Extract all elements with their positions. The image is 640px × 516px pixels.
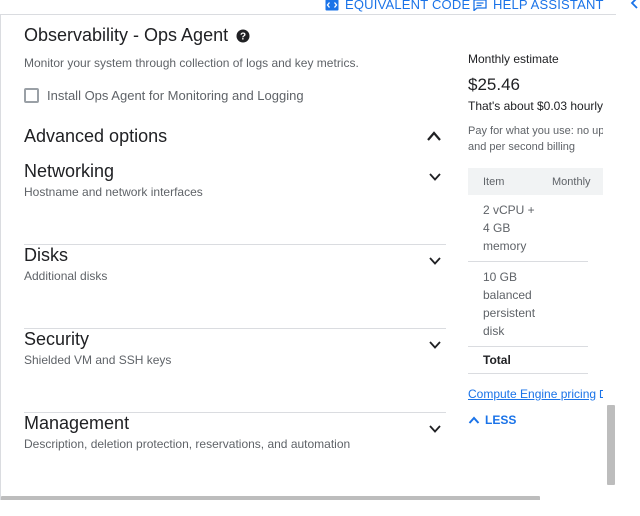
code-icon bbox=[325, 0, 339, 10]
help-assistant-button[interactable]: HELP ASSISTANT bbox=[473, 0, 604, 12]
section-networking[interactable]: Networking Hostname and network interfac… bbox=[24, 161, 446, 245]
ops-agent-checkbox-label: Install Ops Agent for Monitoring and Log… bbox=[47, 88, 304, 103]
column-header-item: Item bbox=[483, 175, 505, 188]
vertical-scrollbar[interactable] bbox=[607, 405, 615, 485]
chevron-up-icon[interactable] bbox=[425, 129, 443, 143]
table-cell-item: 10 GB balanced persistent disk bbox=[483, 270, 536, 338]
svg-text:?: ? bbox=[240, 31, 246, 42]
less-button[interactable]: LESS bbox=[468, 413, 516, 427]
external-link-icon bbox=[600, 389, 603, 399]
ops-agent-checkbox-row[interactable]: Install Ops Agent for Monitoring and Log… bbox=[24, 88, 304, 103]
estimate-price: $25.46 bbox=[468, 75, 520, 94]
estimate-note-line: and per second billing bbox=[468, 141, 576, 153]
horizontal-scrollbar[interactable] bbox=[1, 496, 540, 500]
section-title: Management bbox=[24, 413, 130, 433]
estimate-hourly: That's about $0.03 hourly bbox=[468, 99, 603, 113]
section-title: Disks bbox=[24, 245, 68, 265]
ops-agent-checkbox[interactable] bbox=[24, 88, 39, 103]
chevron-down-icon[interactable] bbox=[426, 339, 444, 351]
help-icon[interactable]: ? bbox=[236, 29, 250, 43]
create-instance-panel: Observability - Ops Agent ? Monitor your… bbox=[0, 14, 616, 500]
table-cell-item: 2 vCPU + 4 GB memory bbox=[483, 203, 535, 253]
estimate-label: Monthly estimate bbox=[468, 52, 559, 66]
chat-icon bbox=[473, 0, 487, 11]
pricing-link-label: Compute Engine pricing bbox=[468, 387, 597, 401]
chevron-down-icon[interactable] bbox=[426, 171, 444, 183]
section-subtitle: Hostname and network interfaces bbox=[24, 185, 203, 199]
section-security[interactable]: Security Shielded VM and SSH keys bbox=[24, 329, 446, 413]
observability-title: Observability - Ops Agent ? bbox=[24, 25, 250, 46]
estimate-table: Item Monthly 2 vCPU + 4 GB memory 10 GB … bbox=[468, 168, 603, 374]
top-toolbar: EQUIVALENT CODE HELP ASSISTANT bbox=[0, 0, 640, 14]
chevron-down-icon[interactable] bbox=[426, 423, 444, 435]
estimate-table-header: Item Monthly bbox=[468, 168, 603, 195]
table-row: 10 GB balanced persistent disk bbox=[468, 262, 588, 347]
estimate-note: Pay for what you use: no up and per seco… bbox=[468, 123, 603, 155]
help-assistant-label: HELP ASSISTANT bbox=[493, 0, 604, 12]
less-label: LESS bbox=[485, 413, 517, 427]
chevron-up-icon bbox=[468, 416, 480, 424]
equivalent-code-button[interactable]: EQUIVALENT CODE bbox=[325, 0, 470, 12]
equivalent-code-label: EQUIVALENT CODE bbox=[345, 0, 471, 12]
chevron-down-icon[interactable] bbox=[426, 255, 444, 267]
section-disks[interactable]: Disks Additional disks bbox=[24, 245, 446, 329]
observability-title-text: Observability - Ops Agent bbox=[24, 25, 229, 45]
observability-description: Monitor your system through collection o… bbox=[24, 56, 359, 70]
section-management[interactable]: Management Description, deletion protect… bbox=[24, 413, 446, 497]
monthly-estimate-panel: Monthly estimate $25.46 That's about $0.… bbox=[457, 15, 603, 500]
advanced-options-title: Advanced options bbox=[24, 126, 168, 146]
table-row: 2 vCPU + 4 GB memory bbox=[468, 195, 588, 262]
main-form: Observability - Ops Agent ? Monitor your… bbox=[1, 15, 457, 500]
section-subtitle: Description, deletion protection, reserv… bbox=[24, 437, 351, 451]
section-subtitle: Additional disks bbox=[24, 269, 108, 283]
estimate-note-line: Pay for what you use: no up bbox=[468, 125, 603, 137]
table-total-row: Total bbox=[468, 347, 588, 374]
section-subtitle: Shielded VM and SSH keys bbox=[24, 353, 172, 367]
compute-engine-pricing-link[interactable]: Compute Engine pricing bbox=[468, 387, 603, 401]
section-title: Networking bbox=[24, 161, 115, 181]
column-header-monthly: Monthly bbox=[552, 175, 591, 188]
chevron-left-icon[interactable] bbox=[628, 0, 640, 10]
section-title: Security bbox=[24, 329, 90, 349]
